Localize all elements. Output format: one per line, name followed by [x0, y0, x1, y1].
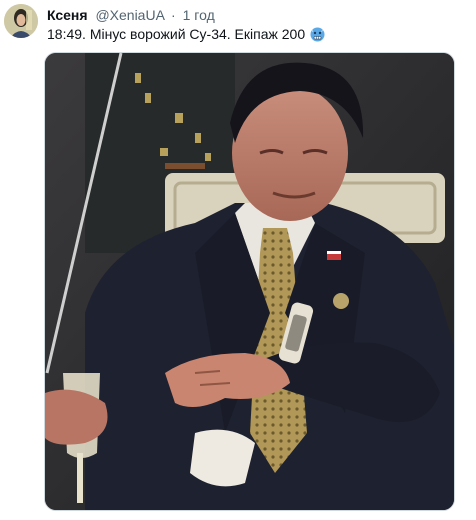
tweet-timestamp[interactable]: 1 год — [183, 7, 215, 23]
tweet-header: Ксеня @XeniaUA · 1 год — [47, 6, 215, 24]
tweet[interactable]: Ксеня @XeniaUA · 1 год 18:49. Мінус воро… — [0, 0, 476, 520]
photo-man-checking-watch-icon — [45, 53, 454, 510]
author-handle[interactable]: @XeniaUA — [95, 7, 164, 23]
tweet-photo[interactable] — [44, 52, 455, 511]
tweet-text-content: 18:49. Мінус ворожий Су-34. Екіпаж 200 — [47, 26, 306, 42]
separator-dot: · — [171, 7, 176, 23]
tweet-text: 18:49. Мінус ворожий Су-34. Екіпаж 200 — [47, 25, 325, 43]
author-name[interactable]: Ксеня — [47, 7, 88, 23]
cold-face-emoji-icon — [310, 27, 325, 42]
avatar[interactable] — [4, 4, 38, 38]
